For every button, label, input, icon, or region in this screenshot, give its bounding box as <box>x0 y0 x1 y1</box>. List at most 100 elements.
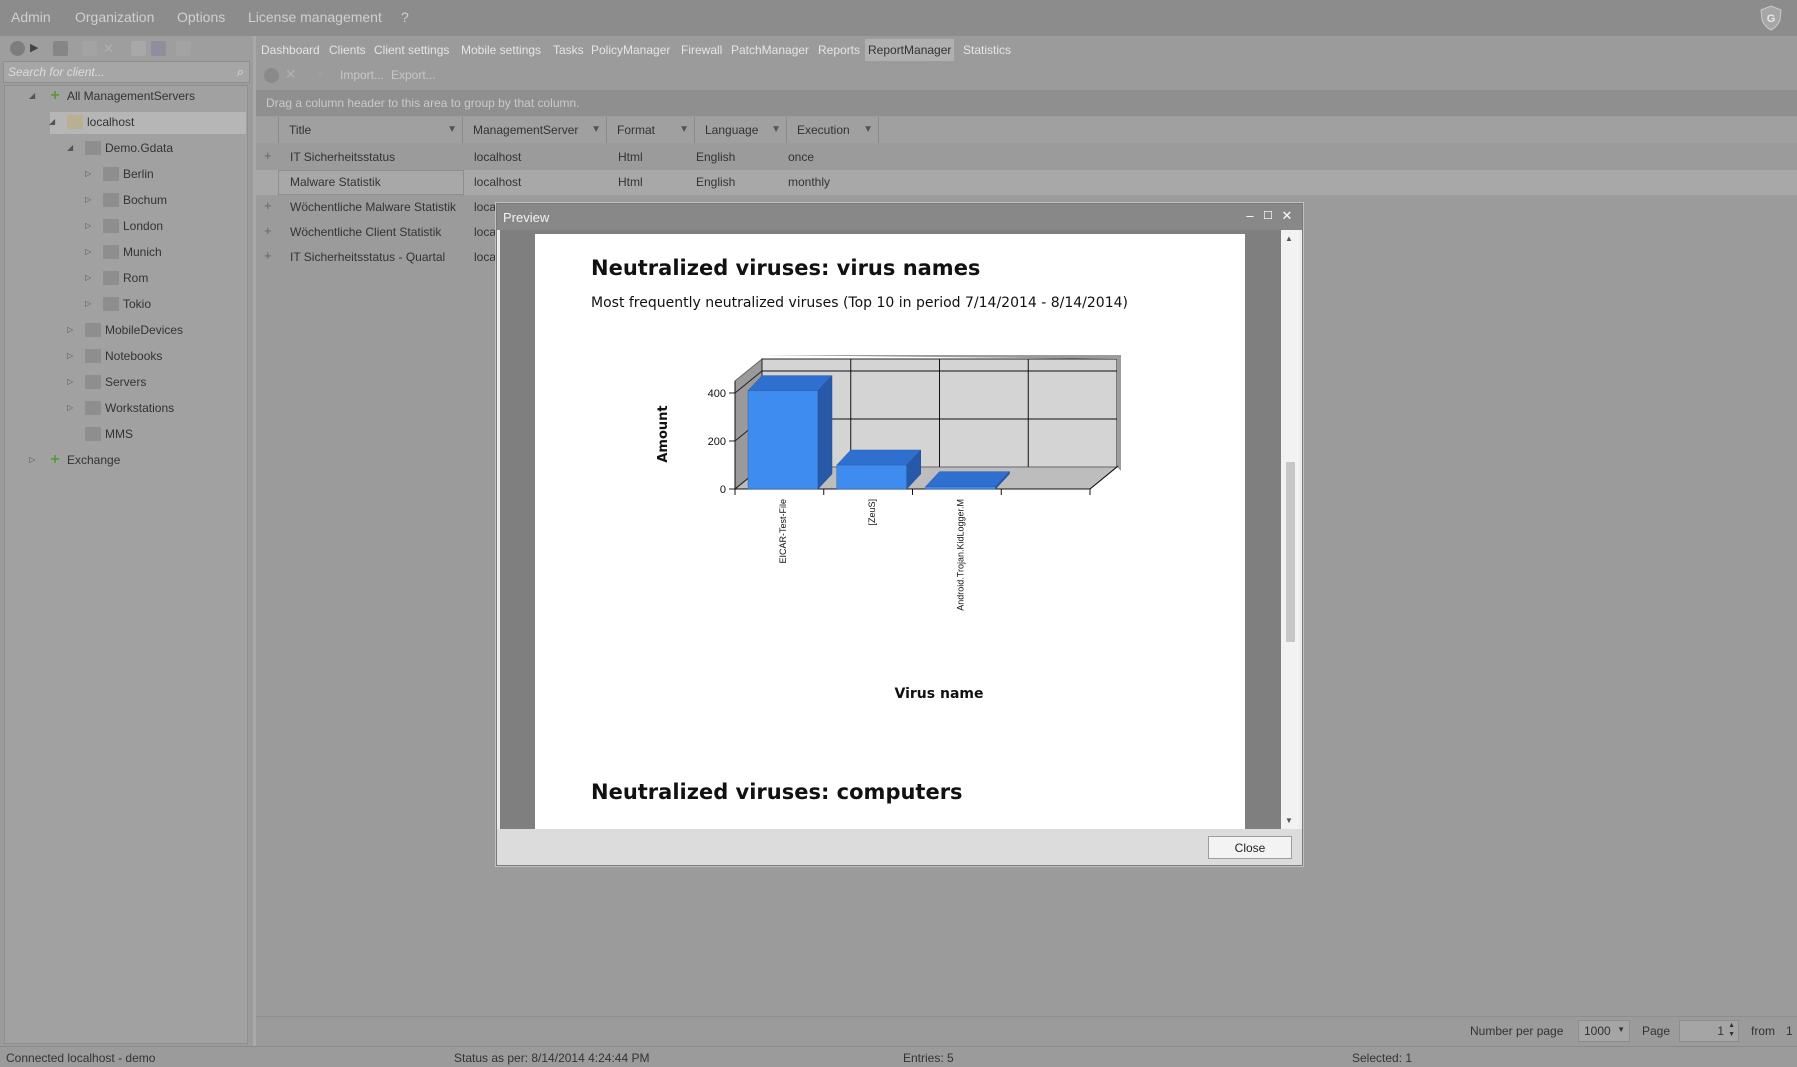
filter-icon[interactable]: ▼ <box>863 117 873 143</box>
tree-node-label: Bochum <box>123 193 168 207</box>
column-title[interactable]: Title ▼ <box>278 117 462 143</box>
play-icon[interactable]: ▶ <box>30 41 45 56</box>
expand-row-icon[interactable]: + <box>264 148 272 163</box>
tree-node-tokio[interactable]: ▷ Tokio <box>85 294 151 314</box>
menu-organization[interactable]: Organization <box>75 9 154 25</box>
scroll-down-icon[interactable]: ▼ <box>1285 816 1293 825</box>
tree-node-notebooks[interactable]: ▷ Notebooks <box>67 346 162 366</box>
export-button[interactable]: Export... <box>391 68 436 82</box>
menu-help[interactable]: ? <box>401 9 409 25</box>
scroll-thumb[interactable] <box>1286 462 1295 642</box>
virus-names-chart: 0 200 400 EICAR-Test-File [ZeuS] Android.Troj… <box>656 355 1121 702</box>
expand-icon[interactable]: ▷ <box>67 398 73 418</box>
server-icon <box>67 114 83 129</box>
tab-statistics[interactable]: Statistics <box>963 43 1011 57</box>
menu-options[interactable]: Options <box>177 9 225 25</box>
tab-client-settings[interactable]: Client settings <box>374 43 449 57</box>
tree-node-exchange[interactable]: ▷ + Exchange <box>29 450 120 470</box>
dialog-titlebar[interactable]: Preview – ☐ ✕ <box>497 204 1302 230</box>
column-format[interactable]: Format ▼ <box>606 117 694 143</box>
expand-row-icon[interactable]: + <box>264 223 272 238</box>
tab-firewall[interactable]: Firewall <box>681 43 722 57</box>
close-button[interactable]: Close <box>1208 836 1292 859</box>
grid-icon[interactable] <box>151 41 166 56</box>
expand-row-icon[interactable]: + <box>264 198 272 213</box>
collapse-icon[interactable]: ◢ <box>49 112 55 132</box>
preview-scrollbar[interactable]: ▲ ▼ <box>1281 230 1299 829</box>
minimize-icon[interactable]: – <box>1243 208 1257 224</box>
tree-node-label: MobileDevices <box>105 323 184 337</box>
expand-icon[interactable]: ▷ <box>67 320 73 340</box>
column-language[interactable]: Language ▼ <box>694 117 786 143</box>
computer-group-icon <box>85 400 101 415</box>
tab-clients[interactable]: Clients <box>329 43 366 57</box>
group-by-area[interactable]: Drag a column header to this area to gro… <box>256 90 1797 116</box>
table-row[interactable]: + IT Sicherheitsstatus localhost Html Englis… <box>256 145 1797 170</box>
from-label: from <box>1751 1024 1775 1038</box>
tree-node-demo-gdata[interactable]: ◢ Demo.Gdata <box>67 138 173 158</box>
tree-node-all-managementservers[interactable]: ◢ + All ManagementServers <box>29 86 195 106</box>
tree-node-london[interactable]: ▷ London <box>85 216 163 236</box>
menu-admin[interactable]: Admin <box>11 9 51 25</box>
tab-policymanager[interactable]: PolicyManager <box>591 43 670 57</box>
tab-dashboard[interactable]: Dashboard <box>261 43 320 57</box>
expand-icon[interactable]: ▷ <box>85 190 91 210</box>
expand-row-icon[interactable]: + <box>264 248 272 263</box>
tree-node-munich[interactable]: ▷ Munich <box>85 242 162 262</box>
filter-icon[interactable]: ▼ <box>591 117 601 143</box>
delete-icon[interactable]: ✕ <box>285 66 300 82</box>
spin-icon[interactable]: ▲ ▼ <box>1728 1021 1735 1039</box>
table-cell: loca <box>474 225 497 239</box>
delete-icon[interactable]: ✕ <box>103 41 118 56</box>
page-input[interactable]: 1 ▲ ▼ <box>1679 1020 1739 1042</box>
number-per-page-select[interactable]: 1000 ▼ <box>1578 1020 1630 1042</box>
tree-node-mms[interactable]: MMS <box>85 424 133 444</box>
tab-mobile-settings[interactable]: Mobile settings <box>461 43 541 57</box>
menu-license-management[interactable]: License management <box>248 9 382 25</box>
filter-icon[interactable]: ▼ <box>771 117 781 143</box>
expand-icon[interactable]: ▷ <box>67 372 73 392</box>
table-row[interactable]: Malware Statistik localhost Html English mon… <box>256 170 1797 195</box>
bar-top <box>924 471 1011 487</box>
close-icon[interactable]: ✕ <box>1280 208 1294 224</box>
tab-reports[interactable]: Reports <box>818 43 860 57</box>
window-icon[interactable] <box>131 41 146 56</box>
table-cell: English <box>696 150 736 164</box>
tree-node-workstations[interactable]: ▷ Workstations <box>67 398 174 418</box>
scroll-up-icon[interactable]: ▲ <box>1285 234 1293 243</box>
tab-reportmanager[interactable]: ReportManager <box>865 39 955 61</box>
refresh-icon[interactable] <box>264 68 279 83</box>
expand-icon[interactable]: ▷ <box>85 216 91 236</box>
expand-icon[interactable]: ▷ <box>67 346 73 366</box>
filter-icon[interactable]: ▼ <box>447 117 457 143</box>
search-icon[interactable]: ⌕ <box>237 64 244 80</box>
bar <box>925 486 996 490</box>
tree-node-servers[interactable]: ▷ Servers <box>67 372 146 392</box>
move-icon[interactable] <box>82 41 97 56</box>
maximize-icon[interactable]: ☐ <box>1261 208 1275 224</box>
tree-node-berlin[interactable]: ▷ Berlin <box>85 164 154 184</box>
add-client-icon[interactable] <box>53 41 68 56</box>
add-icon[interactable]: + <box>316 66 331 82</box>
tab-patchmanager[interactable]: PatchManager <box>731 43 809 57</box>
column-execution[interactable]: Execution ▼ <box>786 117 878 143</box>
collapse-icon[interactable]: ◢ <box>29 86 35 106</box>
settings-icon[interactable] <box>176 41 191 56</box>
search-input[interactable] <box>8 64 208 79</box>
tree-node-rom[interactable]: ▷ Rom <box>85 268 148 288</box>
import-button[interactable]: Import... <box>340 68 384 82</box>
expand-icon[interactable]: ▷ <box>85 164 91 184</box>
filter-icon[interactable]: ▼ <box>679 117 689 143</box>
tree-node-localhost[interactable]: ◢ localhost <box>49 112 134 132</box>
report-preview[interactable]: Neutralized viruses: virus names Most fr… <box>500 230 1281 829</box>
expand-icon[interactable]: ▷ <box>85 294 91 314</box>
collapse-icon[interactable]: ◢ <box>67 138 73 158</box>
expand-icon[interactable]: ▷ <box>29 450 35 470</box>
tab-tasks[interactable]: Tasks <box>553 43 584 57</box>
refresh-icon[interactable] <box>10 41 25 56</box>
tree-node-bochum[interactable]: ▷ Bochum <box>85 190 168 210</box>
expand-icon[interactable]: ▷ <box>85 268 91 288</box>
tree-node-mobiledevices[interactable]: ▷ MobileDevices <box>67 320 184 340</box>
expand-icon[interactable]: ▷ <box>85 242 91 262</box>
column-managementserver[interactable]: ManagementServer ▼ <box>462 117 606 143</box>
